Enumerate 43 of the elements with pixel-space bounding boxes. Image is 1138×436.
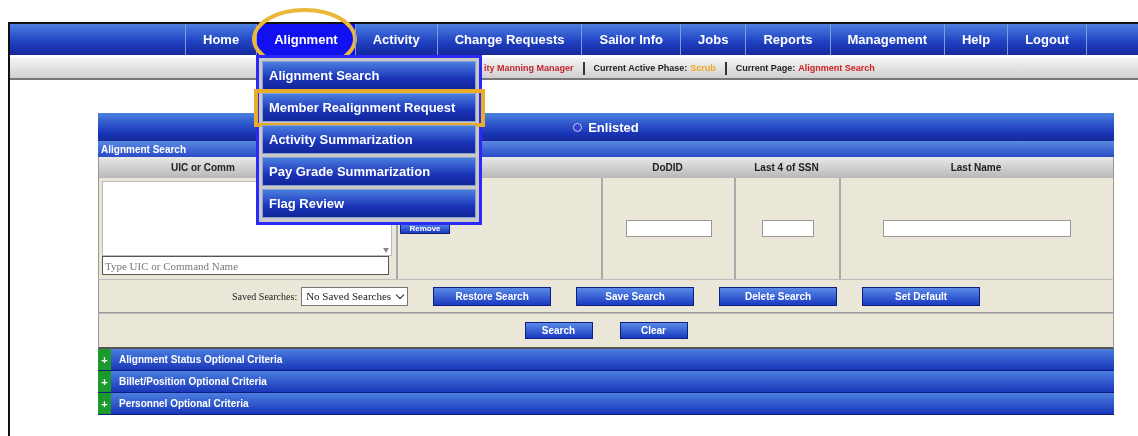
saved-searches-label: Saved Searches: — [231, 290, 298, 302]
last-name-field[interactable] — [883, 220, 1071, 237]
info-value: Alignment Search — [798, 61, 875, 75]
criteria-bar[interactable]: + Billet/Position Optional Criteria — [98, 371, 1114, 393]
saved-search-button[interactable]: Save Search — [576, 286, 695, 306]
criteria-label: Alignment Status Optional Criteria — [119, 354, 283, 365]
ssn-field[interactable] — [761, 220, 814, 237]
column-header: DoDID — [601, 157, 734, 178]
saved-searches-select[interactable]: No Saved Searches — [301, 286, 409, 306]
nav-tab[interactable]: Jobs — [680, 24, 746, 55]
criteria-label: Personnel Optional Criteria — [119, 398, 249, 409]
saved-search-button[interactable]: Delete Search — [719, 286, 838, 306]
expand-toggle[interactable]: + — [98, 371, 111, 392]
dodid-field[interactable] — [625, 220, 712, 237]
expand-toggle[interactable]: + — [98, 393, 111, 414]
criteria-bar[interactable]: + Alignment Status Optional Criteria — [98, 349, 1114, 371]
criteria-bar[interactable]: + Personnel Optional Criteria — [98, 393, 1114, 415]
search-button[interactable]: Search — [524, 322, 593, 339]
criteria-label: Billet/Position Optional Criteria — [119, 376, 267, 387]
radio-label: Enlisted — [588, 119, 639, 135]
saved-search-button[interactable]: Set Default — [862, 286, 981, 306]
menu-item[interactable]: Pay Grade Summarization — [262, 157, 476, 186]
uic-input-field[interactable]: Type UIC or Command Name — [102, 256, 389, 275]
menu-item[interactable]: Alignment Search — [262, 61, 476, 90]
nav-tab[interactable]: Reports — [745, 24, 830, 55]
nav-tab[interactable]: Logout — [1007, 24, 1088, 55]
info-label: Current Page: — [735, 61, 796, 75]
menu-item[interactable]: Flag Review — [262, 189, 476, 218]
column-header: Last Name — [839, 157, 1113, 178]
saved-search-button[interactable]: Restore Search — [433, 286, 552, 306]
menu-item[interactable]: Member Realignment Request — [262, 93, 476, 122]
column-header: Last 4 of SSN — [734, 157, 839, 178]
nav-tab[interactable]: Sailor Info — [581, 24, 681, 55]
radio-button[interactable] — [573, 122, 583, 132]
menu-item[interactable]: Activity Summarization — [262, 125, 476, 154]
search-button[interactable]: Clear — [619, 322, 688, 339]
nav-tab[interactable]: Alignment — [256, 24, 355, 55]
expand-toggle[interactable]: + — [98, 349, 111, 370]
nav-tab[interactable]: Management — [829, 24, 944, 55]
info-value: Scrub — [690, 61, 716, 75]
info-value: ity Manning Manager — [484, 61, 574, 75]
nav-tab[interactable]: Help — [943, 24, 1008, 55]
info-label: Current Active Phase: — [593, 61, 688, 75]
